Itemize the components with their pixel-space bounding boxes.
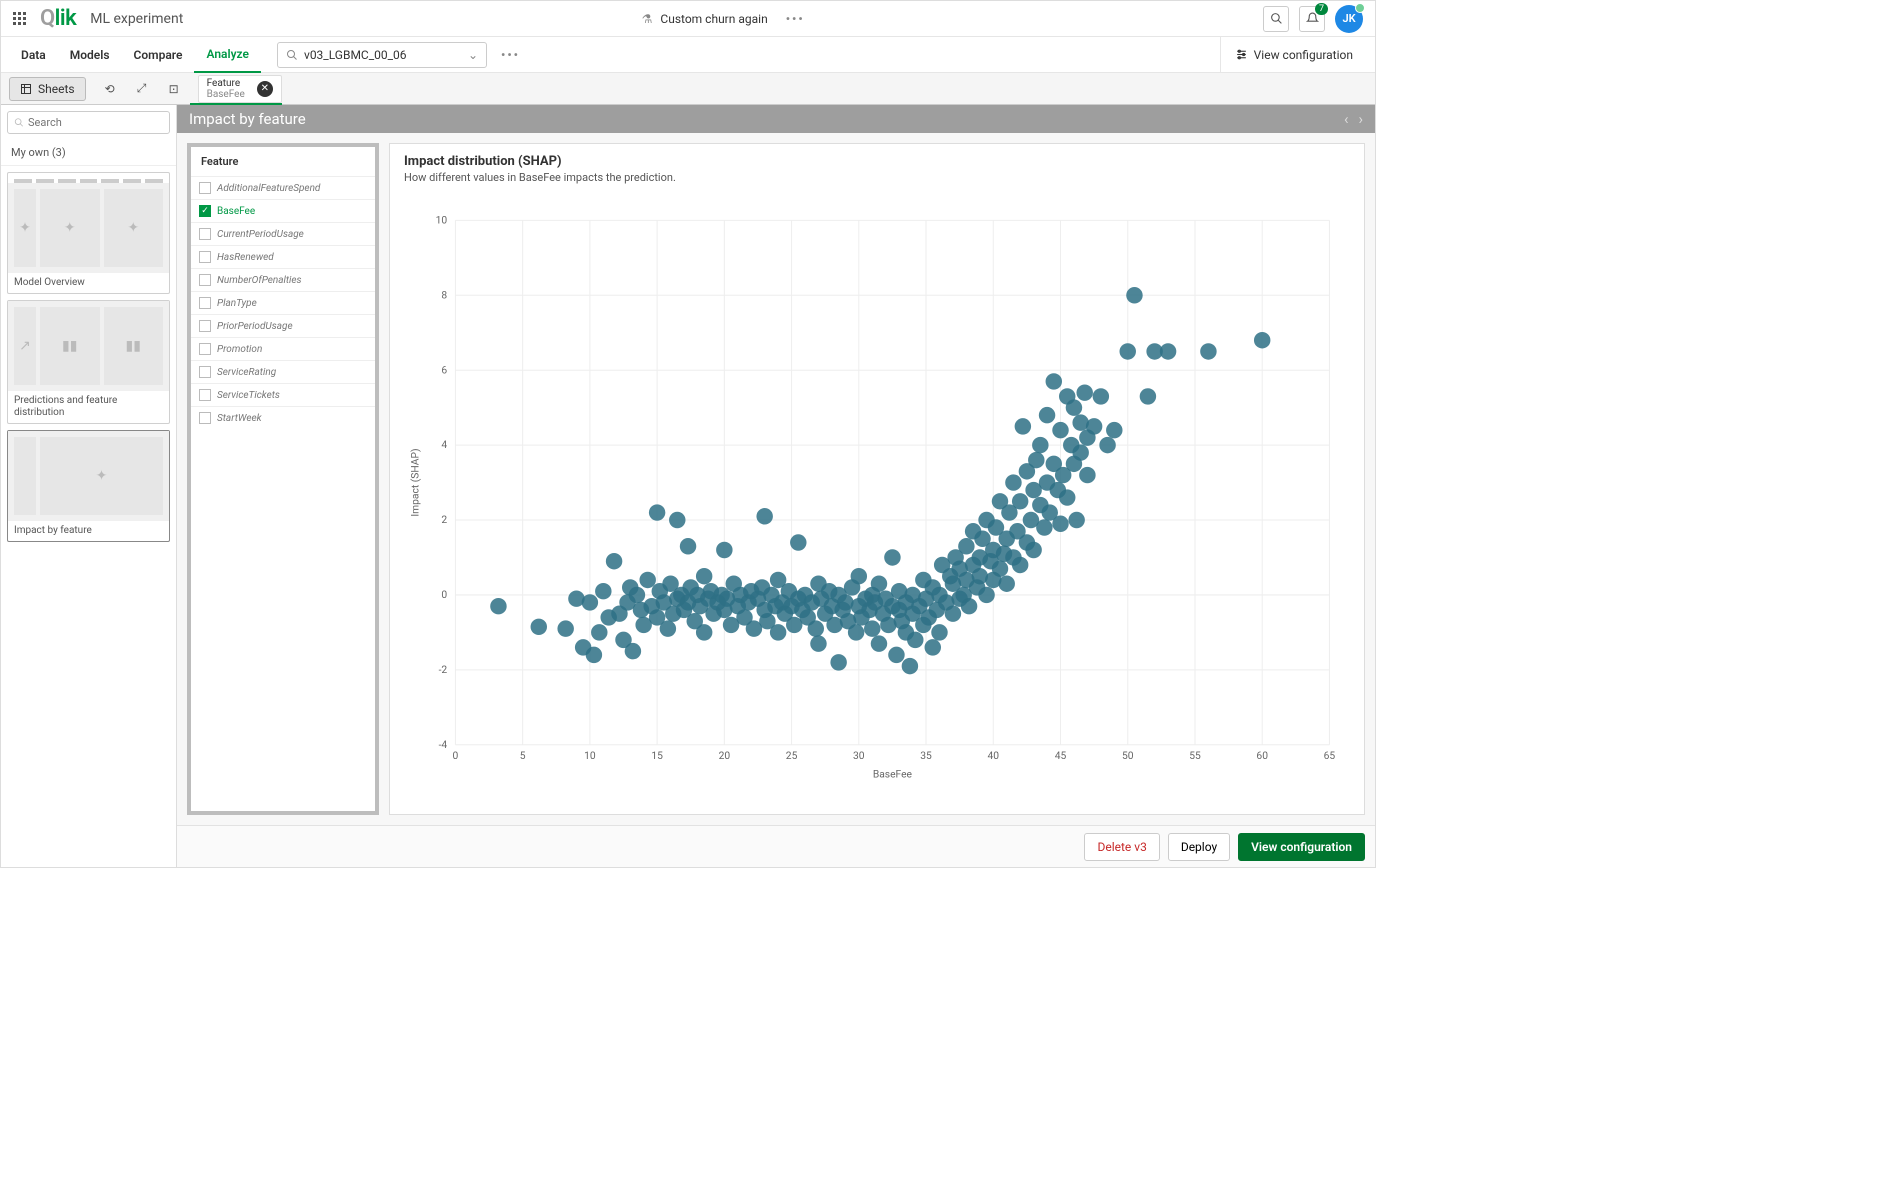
svg-text:65: 65: [1324, 749, 1336, 762]
svg-text:-2: -2: [439, 663, 448, 676]
nav-tab-models[interactable]: Models: [58, 37, 122, 73]
svg-text:35: 35: [920, 749, 932, 762]
chart-title: Impact distribution (SHAP): [404, 154, 1350, 169]
feature-panel: Feature AdditionalFeatureSpendBaseFeeCur…: [187, 143, 379, 815]
svg-text:10: 10: [436, 213, 448, 226]
my-own-header[interactable]: My own (3): [1, 140, 176, 166]
svg-text:Impact (SHAP): Impact (SHAP): [408, 448, 421, 516]
feature-row[interactable]: Promotion: [191, 337, 375, 360]
smart-select-icon[interactable]: ⟲: [96, 75, 124, 103]
nav-tab-data[interactable]: Data: [9, 37, 58, 73]
svg-text:55: 55: [1189, 749, 1201, 762]
model-more-icon[interactable]: •••: [501, 48, 520, 62]
app-title: ML experiment: [90, 11, 183, 27]
user-avatar[interactable]: JK: [1335, 5, 1363, 33]
feature-row[interactable]: CurrentPeriodUsage: [191, 222, 375, 245]
prev-sheet-icon[interactable]: ‹: [1344, 110, 1349, 128]
svg-text:2: 2: [441, 513, 447, 526]
checkbox-icon: [199, 205, 211, 217]
select-icon[interactable]: ⊡: [160, 75, 188, 103]
sidebar-search[interactable]: [7, 111, 170, 134]
qlik-logo: Qlik: [40, 6, 76, 31]
feature-panel-title: Feature: [191, 147, 375, 176]
svg-text:8: 8: [441, 288, 447, 301]
checkbox-icon: [199, 389, 211, 401]
search-button[interactable]: [1263, 6, 1289, 32]
feature-row[interactable]: NumberOfPenalties: [191, 268, 375, 291]
checkbox-icon: [199, 320, 211, 332]
view-configuration-button[interactable]: View configuration: [1220, 37, 1367, 73]
svg-text:60: 60: [1256, 749, 1268, 762]
svg-text:50: 50: [1122, 749, 1134, 762]
model-select-value: v03_LGBMC_00_06: [304, 48, 407, 62]
checkbox-icon: [199, 366, 211, 378]
search-input[interactable]: [28, 116, 163, 129]
svg-text:0: 0: [453, 749, 459, 762]
svg-text:15: 15: [651, 749, 663, 762]
checkbox-icon: [199, 343, 211, 355]
sheet-card[interactable]: ↗▮▮▮▮Predictions and feature distributio…: [7, 300, 170, 424]
chevron-down-icon: ⌄: [468, 48, 478, 62]
nav-tab-compare[interactable]: Compare: [122, 37, 195, 73]
svg-text:30: 30: [853, 749, 865, 762]
svg-text:6: 6: [441, 363, 447, 376]
svg-text:BaseFee: BaseFee: [873, 768, 913, 781]
svg-text:-4: -4: [439, 738, 448, 751]
chip-close-icon[interactable]: ✕: [257, 81, 273, 97]
checkbox-icon: [199, 274, 211, 286]
lasso-icon[interactable]: ⤢: [128, 75, 156, 103]
feature-chip[interactable]: Feature BaseFee ✕: [198, 75, 282, 103]
notification-badge: 7: [1315, 3, 1328, 15]
svg-text:20: 20: [719, 749, 731, 762]
checkbox-icon: [199, 412, 211, 424]
project-name[interactable]: Custom churn again: [660, 12, 767, 26]
svg-text:40: 40: [987, 749, 999, 762]
feature-row[interactable]: StartWeek: [191, 406, 375, 429]
project-more-icon[interactable]: •••: [786, 12, 805, 26]
checkbox-icon: [199, 228, 211, 240]
svg-text:4: 4: [441, 438, 447, 451]
scatter-plot[interactable]: 0 5 10 15 20 25 30 35 40 45 50 55 60 65 -4 -2 0 2 4 6 8 10 Bas…: [404, 192, 1350, 804]
sheet-card[interactable]: ✦✦✦Model Overview: [7, 172, 170, 294]
svg-text:0: 0: [441, 588, 447, 601]
next-sheet-icon[interactable]: ›: [1358, 110, 1363, 128]
checkbox-icon: [199, 182, 211, 194]
chart-panel: Impact distribution (SHAP) How different…: [389, 143, 1365, 815]
nav-tab-analyze[interactable]: Analyze: [194, 37, 261, 73]
delete-button[interactable]: Delete v3: [1084, 833, 1159, 861]
svg-text:25: 25: [786, 749, 798, 762]
sheets-button[interactable]: Sheets: [9, 77, 86, 101]
svg-text:45: 45: [1055, 749, 1067, 762]
deploy-button[interactable]: Deploy: [1168, 833, 1230, 861]
checkbox-icon: [199, 251, 211, 263]
feature-row[interactable]: HasRenewed: [191, 245, 375, 268]
feature-row[interactable]: PlanType: [191, 291, 375, 314]
flask-icon: ⚗: [642, 12, 653, 26]
notifications-button[interactable]: 7: [1299, 6, 1325, 32]
apps-menu-icon[interactable]: [13, 12, 26, 25]
feature-row[interactable]: ServiceRating: [191, 360, 375, 383]
svg-text:10: 10: [584, 749, 596, 762]
sheet-card[interactable]: ✦Impact by feature: [7, 430, 170, 542]
feature-row[interactable]: PriorPeriodUsage: [191, 314, 375, 337]
view-configuration-footer-button[interactable]: View configuration: [1238, 833, 1365, 861]
model-select[interactable]: v03_LGBMC_00_06 ⌄: [277, 42, 487, 68]
feature-row[interactable]: ServiceTickets: [191, 383, 375, 406]
feature-row[interactable]: BaseFee: [191, 199, 375, 222]
checkbox-icon: [199, 297, 211, 309]
feature-row[interactable]: AdditionalFeatureSpend: [191, 176, 375, 199]
page-title: Impact by feature: [189, 110, 306, 128]
svg-text:5: 5: [520, 749, 526, 762]
chart-subtitle: How different values in BaseFee impacts …: [404, 171, 1350, 184]
